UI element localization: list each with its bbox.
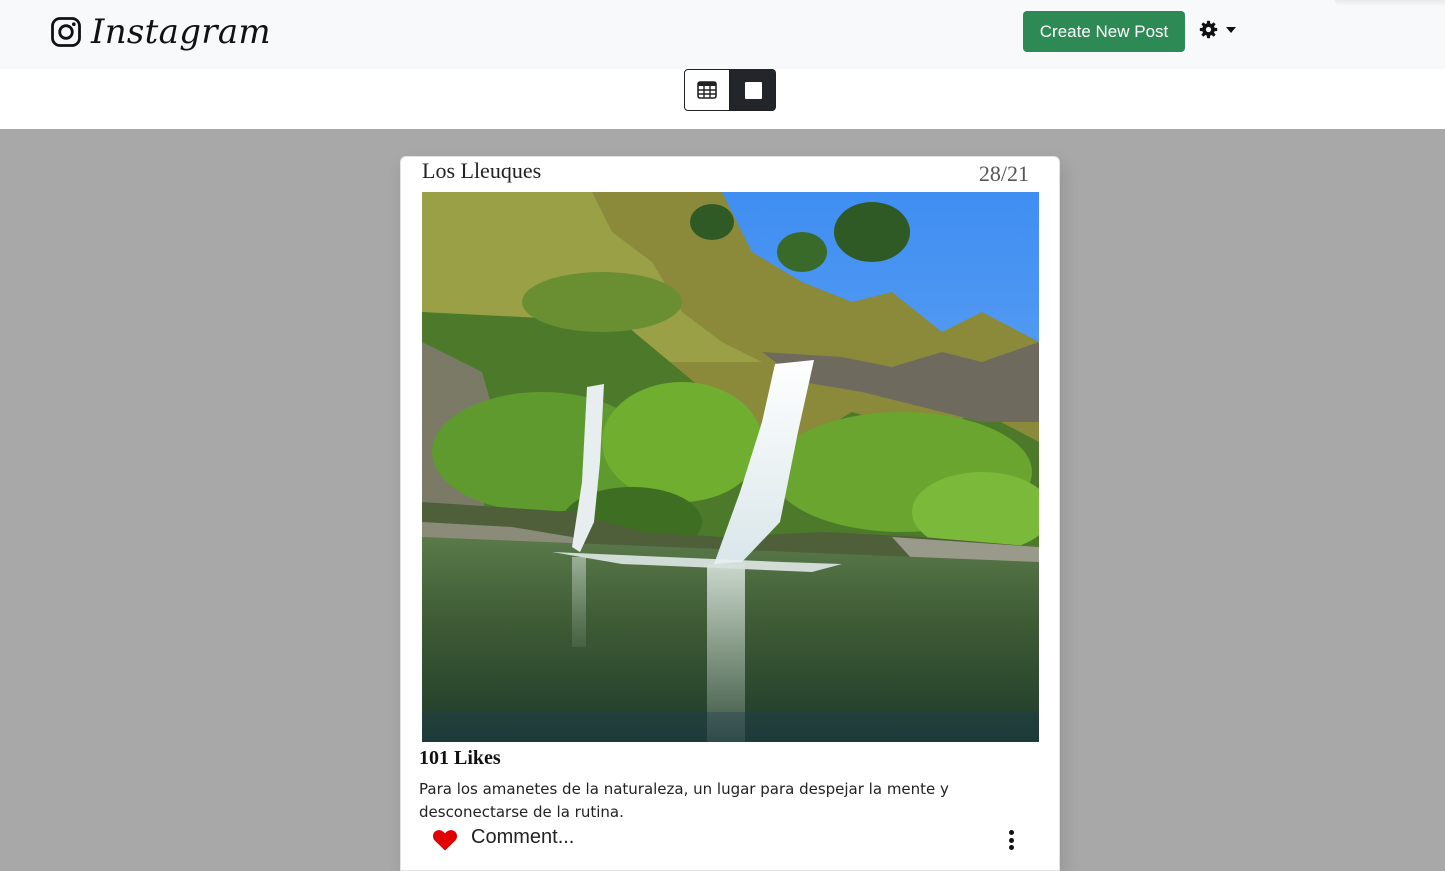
instagram-icon — [51, 17, 81, 47]
brand-link[interactable]: Instagram — [50, 12, 271, 52]
grid-view-button[interactable] — [684, 69, 730, 111]
comment-input[interactable]: Comment... — [471, 826, 574, 849]
post-card: Los Lleuques 28/21 101 Likes Para los am… — [400, 156, 1060, 871]
single-square-icon — [744, 81, 762, 99]
settings-dropdown[interactable] — [1199, 20, 1236, 39]
navbar: Instagram Create New Post — [0, 0, 1445, 69]
brand-text: Instagram — [91, 12, 271, 52]
dropdown-shadow — [1335, 0, 1445, 6]
caret-down-icon — [1226, 26, 1236, 33]
gear-icon — [1199, 20, 1218, 39]
table-grid-icon — [697, 81, 717, 99]
post-date: 28/21 — [978, 161, 1029, 186]
likes-count: 101 Likes — [419, 747, 501, 769]
post-caption: Para los amanetes de la naturaleza, un l… — [419, 780, 949, 821]
kebab-menu-icon[interactable] — [1005, 828, 1017, 852]
post-title: Los Lleuques — [422, 158, 542, 183]
create-new-post-button[interactable]: Create New Post — [1023, 11, 1185, 52]
waterfall-photo — [422, 192, 1039, 742]
single-view-button[interactable] — [730, 69, 776, 111]
view-toggle-bar — [0, 69, 1445, 129]
heart-icon[interactable] — [432, 828, 458, 852]
